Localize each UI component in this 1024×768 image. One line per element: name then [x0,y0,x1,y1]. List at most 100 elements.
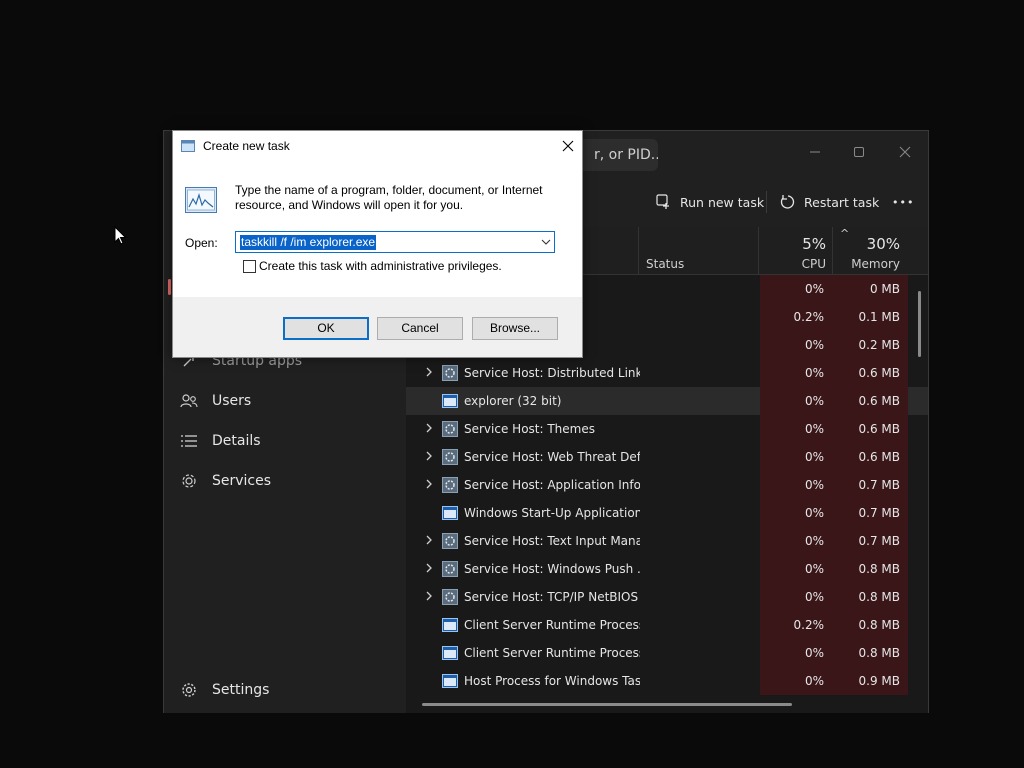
sidebar-item-details[interactable]: Details [164,423,406,459]
chevron-right-icon[interactable] [424,449,434,463]
browse-button[interactable]: Browse... [472,317,558,340]
open-command-value: taskkill /f /im explorer.exe [240,235,377,250]
chevron-down-icon[interactable] [541,237,551,247]
table-row[interactable]: Service Host: Windows Push ... 0% 0.8 MB [406,555,928,583]
sort-caret-icon: ^ [840,227,850,240]
memory-value: 0.7 MB [834,527,908,555]
details-icon [180,432,198,450]
restart-icon [780,195,795,209]
memory-value: 0.6 MB [834,443,908,471]
window-app-icon [442,674,458,688]
sidebar-item-label: Users [212,393,252,409]
dialog-description: Type the name of a program, folder, docu… [235,183,543,212]
table-row[interactable]: Service Host: Web Threat Defe... 0%0.6 MB [406,443,928,471]
ok-button[interactable]: OK [283,317,369,340]
nav-selection-indicator [168,279,171,295]
memory-value: 0.2 MB [834,331,908,359]
table-row[interactable]: Service Host: Themes 0% 0.6 MB [406,415,928,443]
memory-total-percent: 30% [866,235,900,253]
cpu-column-header[interactable]: CPU [786,257,826,271]
table-row[interactable]: Service Host: TCP/IP NetBIOS ... 0% 0.8 MB [406,583,928,611]
close-icon[interactable] [559,137,577,155]
column-divider [758,227,759,275]
cpu-value: 0% [760,387,834,415]
status-column-header[interactable]: Status [646,257,684,271]
run-program-icon [185,187,217,213]
chevron-right-icon[interactable] [424,561,434,575]
memory-value: 0.8 MB [834,639,908,667]
vertical-scrollbar[interactable] [918,291,921,357]
restart-task-label: Restart task [804,194,880,210]
run-task-icon [656,194,669,209]
cpu-value: 0% [760,415,834,443]
chevron-right-icon[interactable] [424,533,434,547]
maximize-button[interactable] [844,139,874,165]
sidebar-item-services[interactable]: Services [164,463,406,499]
process-name: Service Host: Application Infor... [464,478,640,492]
process-name: Service Host: TCP/IP NetBIOS ... [464,590,640,604]
more-options-button[interactable]: ••• [892,187,914,217]
sidebar-item-label: Services [212,473,272,489]
horizontal-scrollbar[interactable] [422,703,792,706]
memory-value: 0.8 MB [834,583,908,611]
cancel-button[interactable]: Cancel [377,317,463,340]
memory-value: 0.8 MB [834,555,908,583]
cpu-value: 0% [760,527,834,555]
restart-task-button[interactable]: Restart task [780,187,879,217]
chevron-right-icon[interactable] [424,477,434,491]
cpu-value: 0.2% [760,303,834,331]
close-button[interactable] [890,139,920,165]
minimize-button[interactable] [800,139,830,165]
sidebar-item-label: Settings [212,682,270,698]
window-app-icon [442,646,458,660]
memory-value: 0.7 MB [834,471,908,499]
users-icon [180,392,198,410]
table-row[interactable]: Service Host: Text Input Mana... 0% 0.7 MB [406,527,928,555]
sidebar-item-label: Details [212,433,261,449]
admin-privileges-checkbox[interactable] [243,260,256,273]
service-host-icon [442,589,458,605]
cpu-value: 0% [760,499,834,527]
table-row[interactable]: Service Host: Distributed Link ... 0% 0.6 … [406,359,928,387]
chevron-right-icon[interactable] [424,589,434,603]
memory-value: 0.7 MB [834,499,908,527]
chevron-right-icon[interactable] [424,365,434,379]
cpu-value: 0% [760,667,834,695]
maximize-icon [854,147,864,157]
memory-value: 0.9 MB [834,667,908,695]
open-command-input[interactable]: taskkill /f /im explorer.exe [235,231,555,253]
table-row[interactable]: Client Server Runtime Process 0% 0.8 MB [406,639,928,667]
sidebar-item-settings[interactable]: Settings [164,672,406,708]
table-row[interactable]: Client Server Runtime Process 0.2% 0.8 MB [406,611,928,639]
dialog-titlebar: Create new task [173,131,582,161]
chevron-right-icon[interactable] [424,421,434,435]
table-row[interactable]: Host Process for Windows Tasks 0% 0.9 MB [406,667,928,695]
cpu-value: 0% [760,443,834,471]
dialog-body: Type the name of a program, folder, docu… [173,161,582,297]
sidebar-item-users[interactable]: Users [164,383,406,419]
run-dialog-icon [181,140,195,152]
table-row-selected[interactable]: explorer (32 bit) 0% 0.6 MB [406,387,928,415]
table-row[interactable]: Windows Start-Up Application 0% 0.7 MB [406,499,928,527]
settings-gear-icon [180,681,198,699]
service-host-icon [442,561,458,577]
table-row[interactable]: Service Host: Application Infor... 0% 0.7 … [406,471,928,499]
process-name: Service Host: Text Input Mana... [464,534,640,548]
memory-column-header[interactable]: Memory [840,257,900,271]
admin-privileges-label: Create this task with administrative pri… [259,259,502,273]
window-app-icon [442,394,458,408]
dialog-title: Create new task [203,139,290,153]
cpu-value: 0% [760,359,834,387]
column-divider [832,227,833,275]
cpu-value: 0% [760,471,834,499]
cpu-value: 0.2% [760,611,834,639]
run-new-task-button[interactable]: Run new task [656,187,764,217]
process-name: Service Host: Distributed Link ... [464,366,640,380]
process-name: Service Host: Themes [464,422,595,436]
minimize-icon [810,151,820,153]
close-icon [899,146,911,158]
cpu-value: 0% [760,555,834,583]
memory-value: 0.6 MB [834,415,908,443]
cpu-value: 0% [760,583,834,611]
process-name: Host Process for Windows Tasks [464,674,640,688]
